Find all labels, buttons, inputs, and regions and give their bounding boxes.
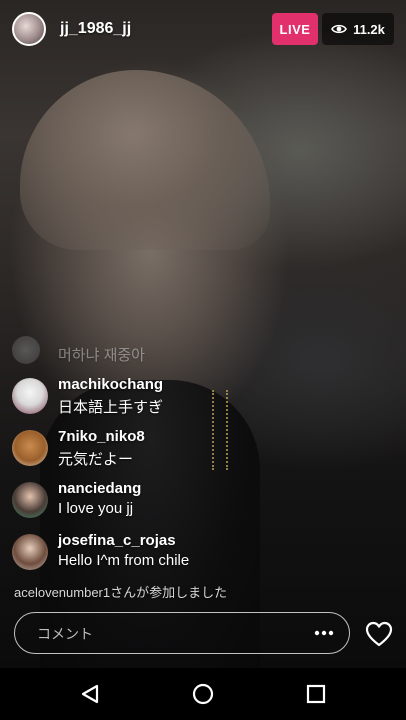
comment-text: Hello I^m from chile: [58, 552, 190, 569]
comment-text: I love you jj: [58, 500, 134, 517]
recents-icon[interactable]: [304, 682, 328, 706]
commenter-avatar[interactable]: [12, 430, 48, 466]
commenter-avatar[interactable]: [12, 482, 48, 518]
viewer-count-badge[interactable]: 11.2k: [322, 13, 394, 45]
viewer-count: 11.2k: [353, 21, 385, 37]
commenter-avatar[interactable]: [12, 378, 48, 414]
comment-text: 日本語上手すぎ: [58, 399, 164, 416]
commenter-username[interactable]: 7niko_niko8: [58, 428, 145, 445]
heart-icon[interactable]: [364, 620, 394, 648]
commenter-username[interactable]: nanciedang: [58, 480, 141, 497]
comment-input[interactable]: [35, 623, 309, 645]
host-avatar[interactable]: [12, 12, 46, 46]
more-options-icon[interactable]: [313, 626, 335, 640]
comment-text: 머하냐 재중아: [58, 347, 145, 364]
eye-icon: [331, 24, 347, 34]
home-icon[interactable]: [191, 682, 215, 706]
commenter-username[interactable]: machikochang: [58, 376, 163, 393]
live-header: jj_1986_jj LIVE 11.2k: [0, 0, 406, 60]
video-necklace: [212, 390, 228, 470]
commenter-username[interactable]: josefina_c_rojas: [58, 532, 176, 549]
commenter-avatar[interactable]: [12, 534, 48, 570]
system-navigation-bar: [0, 668, 406, 720]
video-subject: [20, 70, 270, 250]
live-badge: LIVE: [272, 13, 318, 45]
back-icon[interactable]: [78, 682, 102, 706]
comment-field[interactable]: [14, 612, 350, 654]
host-username[interactable]: jj_1986_jj: [60, 20, 131, 38]
join-notice: acelovenumber1さんが参加しました: [14, 585, 228, 600]
comment-text: 元気だよー: [58, 451, 134, 468]
commenter-avatar[interactable]: [12, 336, 40, 364]
